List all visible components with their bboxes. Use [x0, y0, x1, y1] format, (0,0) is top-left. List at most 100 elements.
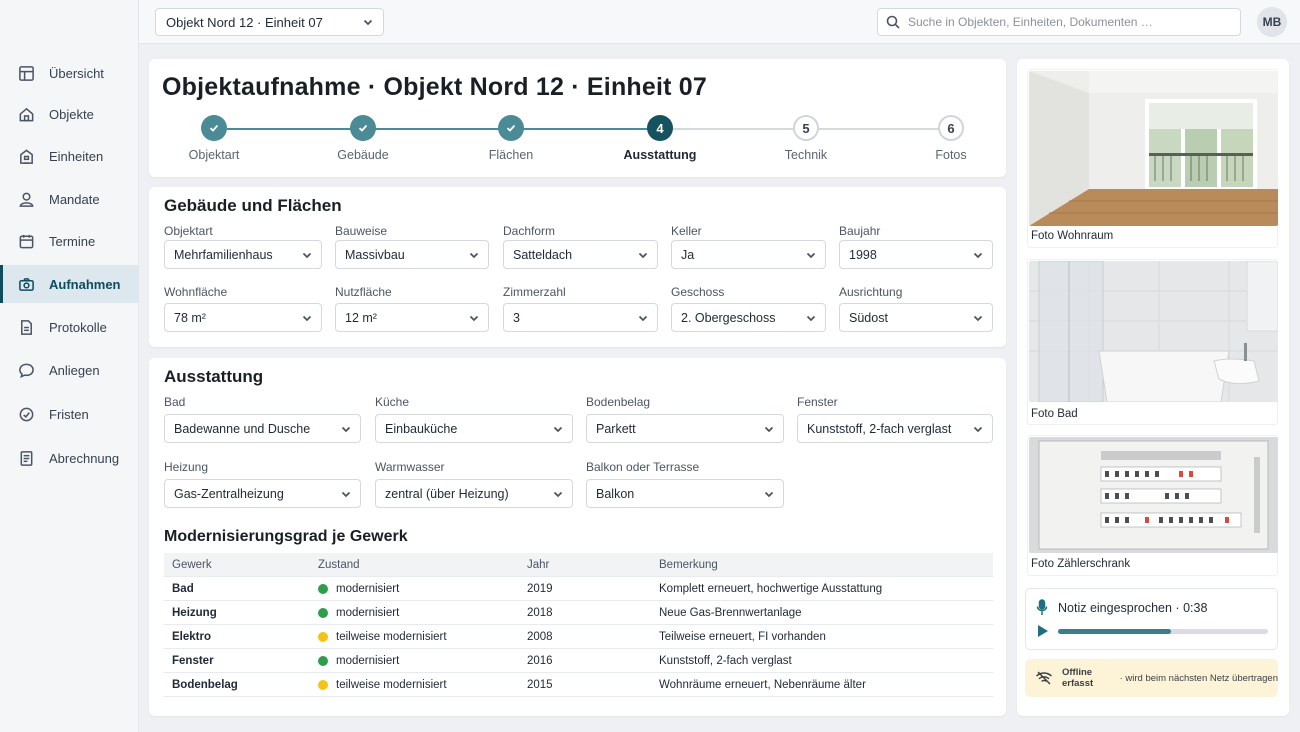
sidebar-item-einheiten[interactable]: Einheiten: [0, 137, 139, 175]
search-box[interactable]: [877, 8, 1241, 36]
step-flaechen[interactable]: Flächen: [451, 115, 571, 162]
select-heizung[interactable]: Gas-Zentralheizung: [164, 479, 361, 508]
field-label: Bauweise: [335, 224, 388, 238]
chevron-down-icon: [764, 424, 774, 434]
select-baujahr[interactable]: 1998: [839, 240, 993, 269]
photo-caption: Foto Zählerschrank: [1031, 558, 1131, 570]
step-ausstattung[interactable]: 4 Ausstattung: [600, 115, 720, 162]
cell-status: modernisiert: [336, 654, 400, 667]
building-card: Gebäude und Flächen Objektart Mehrfamili…: [149, 187, 1006, 347]
sidebar-item-label: Fristen: [49, 406, 89, 422]
select-nutzflaeche[interactable]: 12 m²: [335, 303, 489, 332]
avatar[interactable]: MB: [1257, 7, 1287, 37]
select-keller[interactable]: Ja: [671, 240, 826, 269]
sidebar-item-label: Anliegen: [49, 362, 100, 378]
field-label: Geschoss: [671, 285, 725, 299]
cell-status: modernisiert: [336, 582, 400, 595]
search-icon: [886, 15, 900, 29]
select-bad[interactable]: Badewanne und Dusche: [164, 414, 361, 443]
header-card: Objektaufnahme · Objekt Nord 12 · Einhei…: [149, 59, 1006, 177]
voice-note-label: Notiz eingesprochen · 0:38: [1058, 601, 1208, 615]
sidebar-item-abrechnung[interactable]: Abrechnung: [0, 439, 139, 477]
sidebar-item-objekte[interactable]: Objekte: [0, 95, 139, 133]
bathroom-photo: [1029, 261, 1278, 402]
sidebar-item-anliegen[interactable]: Anliegen: [0, 351, 139, 389]
sidebar-item-termine[interactable]: Termine: [0, 222, 139, 260]
photo-zaehlerschrank[interactable]: Foto Zählerschrank: [1027, 435, 1278, 576]
field-label: Ausrichtung: [839, 285, 903, 299]
sidebar-item-label: Einheiten: [49, 148, 104, 164]
play-icon[interactable]: [1037, 624, 1049, 641]
sidebar-item-aufnahmen[interactable]: Aufnahmen: [0, 265, 139, 303]
voice-note: Notiz eingesprochen · 0:38: [1025, 588, 1278, 650]
step-technik[interactable]: 5 Technik: [746, 115, 866, 162]
select-zimmerzahl[interactable]: 3: [503, 303, 658, 332]
select-value: Ja: [681, 247, 695, 262]
audio-progress[interactable]: [1058, 629, 1268, 634]
chat-icon: [17, 361, 35, 379]
select-value: Einbauküche: [385, 421, 458, 436]
step-gebaeude[interactable]: Gebäude: [303, 115, 423, 162]
chevron-down-icon: [302, 313, 312, 323]
field-label: Baujahr: [839, 224, 881, 238]
table-header: Gewerk Zustand Jahr Bemerkung: [164, 553, 993, 577]
select-fenster[interactable]: Kunststoff, 2-fach verglast: [797, 414, 993, 443]
step-fotos[interactable]: 6 Fotos: [891, 115, 1011, 162]
select-bodenbelag[interactable]: Parkett: [586, 414, 784, 443]
sidebar-item-label: Objekte: [49, 106, 94, 122]
select-value: Massivbau: [345, 247, 405, 262]
field-label: Balkon oder Terrasse: [586, 460, 700, 474]
step-objektart[interactable]: Objektart: [154, 115, 274, 162]
sidebar-item-mandate[interactable]: Mandate: [0, 180, 139, 218]
select-wohnflaeche[interactable]: 78 m²: [164, 303, 322, 332]
sidebar-item-uebersicht[interactable]: Übersicht: [0, 54, 139, 92]
status-dot: [318, 631, 328, 642]
cell-status: teilweise modernisiert: [336, 630, 447, 643]
status-dot: [318, 655, 328, 666]
search-input[interactable]: [908, 15, 1228, 29]
table-row[interactable]: Elektro teilweise modernisiert 2008 Teil…: [164, 625, 993, 649]
table-row[interactable]: Heizung modernisiert 2018 Neue Gas-Brenn…: [164, 601, 993, 625]
sidebar-item-fristen[interactable]: Fristen: [0, 395, 139, 433]
chevron-down-icon: [973, 250, 983, 260]
sidebar-item-protokolle[interactable]: Protokolle: [0, 308, 139, 346]
cell-trade: Fenster: [172, 654, 214, 667]
object-select[interactable]: Objekt Nord 12 · Einheit 07: [155, 8, 384, 36]
sidebar-item-label: Termine: [49, 233, 96, 249]
check-icon: [350, 115, 376, 141]
building-icon: [17, 147, 35, 165]
column-header: Gewerk: [172, 558, 212, 571]
topbar: Objekt Nord 12 · Einheit 07 MB: [139, 0, 1300, 44]
field-label: Bodenbelag: [586, 395, 651, 409]
table-row[interactable]: Bad modernisiert 2019 Komplett erneuert,…: [164, 577, 993, 601]
select-value: 2. Obergeschoss: [681, 310, 776, 325]
stepper: Objektart Gebäude Flächen 4 Ausstattung …: [149, 115, 1006, 165]
chevron-down-icon: [553, 424, 563, 434]
select-value: 12 m²: [345, 310, 377, 325]
table-row[interactable]: Fenster modernisiert 2016 Kunststoff, 2-…: [164, 649, 993, 673]
photo-caption: Foto Bad: [1031, 408, 1078, 420]
table-row[interactable]: Bodenbelag teilweise modernisiert 2015 W…: [164, 673, 993, 697]
step-label: Gebäude: [337, 148, 389, 162]
photo-wohnraum[interactable]: Foto Wohnraum: [1027, 69, 1278, 248]
sidebar: Übersicht Objekte Einheiten Mandate Term…: [0, 0, 139, 732]
living-room-photo: [1029, 71, 1278, 226]
select-ausrichtung[interactable]: Südost: [839, 303, 993, 332]
select-bauweise[interactable]: Massivbau: [335, 240, 489, 269]
calendar-icon: [17, 232, 35, 250]
select-warmwasser[interactable]: zentral (über Heizung): [375, 479, 573, 508]
select-dachform[interactable]: Satteldach: [503, 240, 658, 269]
select-geschoss[interactable]: 2. Obergeschoss: [671, 303, 826, 332]
offline-strong-text: Offline erfasst: [1062, 667, 1094, 689]
photo-caption: Foto Wohnraum: [1031, 230, 1114, 242]
chevron-down-icon: [469, 313, 479, 323]
select-value: zentral (über Heizung): [385, 486, 509, 501]
cell-status: teilweise modernisiert: [336, 678, 447, 691]
select-kueche[interactable]: Einbauküche: [375, 414, 573, 443]
cell-note: Teilweise erneuert, FI vorhanden: [659, 630, 826, 643]
select-objektart[interactable]: Mehrfamilienhaus: [164, 240, 322, 269]
select-balkon[interactable]: Balkon: [586, 479, 784, 508]
select-value: 78 m²: [174, 310, 206, 325]
photo-bad[interactable]: Foto Bad: [1027, 259, 1278, 425]
stepper-line-done: [227, 128, 663, 130]
